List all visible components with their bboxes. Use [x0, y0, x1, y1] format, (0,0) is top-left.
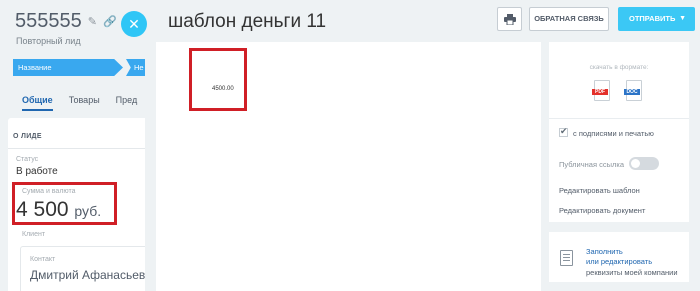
section-title: О ЛИДЕ	[13, 133, 42, 140]
edit-document-link[interactable]: Редактировать документ	[559, 206, 645, 215]
stage-item[interactable]: Название	[13, 59, 123, 76]
divider	[549, 118, 689, 119]
public-link-toggle[interactable]	[629, 157, 659, 170]
edit-company-link[interactable]: или редактировать	[586, 257, 652, 266]
document-preview: 4500.00	[156, 42, 541, 291]
amount-highlight-frame	[189, 48, 247, 111]
chevron-down-icon: ▼	[679, 15, 686, 22]
print-button[interactable]	[497, 7, 522, 31]
deal-subtitle: Повторный лид	[16, 36, 81, 46]
send-button-label: ОТПРАВИТЬ	[629, 14, 676, 23]
contact-label: Контакт	[30, 256, 56, 263]
tab-general[interactable]: Общие	[22, 95, 53, 111]
amount-highlight-frame	[12, 182, 117, 225]
deal-title[interactable]: 555555 ✎ 🔗	[15, 10, 117, 33]
tab-products[interactable]: Товары	[69, 95, 100, 111]
edit-template-link[interactable]: Редактировать шаблон	[559, 186, 640, 195]
signatures-label[interactable]: с подписями и печатью	[573, 129, 654, 138]
send-button[interactable]: ОТПРАВИТЬ ▼	[618, 7, 695, 31]
document-amount: 4500.00	[212, 86, 234, 92]
fill-company-link[interactable]: Заполнить	[586, 247, 623, 256]
divider	[8, 148, 158, 149]
pdf-tag: PDF	[592, 89, 608, 95]
status-label: Статус	[16, 156, 39, 163]
client-label: Клиент	[22, 231, 46, 238]
deal-tabs: Общие Товары Пред	[22, 95, 137, 111]
link-icon[interactable]: 🔗	[103, 15, 117, 28]
contact-name[interactable]: Дмитрий Афанасьев	[30, 268, 145, 282]
company-details-text: реквизиты моей компании	[586, 268, 678, 277]
status-value: В работе	[16, 166, 58, 177]
pdf-download-icon[interactable]: PDF	[592, 80, 610, 101]
close-icon: ✕	[128, 16, 140, 32]
doc-tag: DOC	[624, 89, 640, 95]
public-link-label: Публичная ссылка	[559, 160, 624, 169]
panel-title: шаблон деньги 11	[168, 11, 327, 32]
printer-icon	[503, 13, 516, 25]
checkmark-icon: ✔	[560, 126, 568, 136]
screen: 555555 ✎ 🔗 Повторный лид Название Не с О…	[0, 0, 700, 291]
feedback-button[interactable]: ОБРАТНАЯ СВЯЗЬ	[529, 7, 609, 31]
tab-offers[interactable]: Пред	[116, 95, 138, 111]
download-label: скачать в формате:	[589, 64, 649, 71]
close-panel-button[interactable]: ✕	[121, 11, 147, 37]
document-icon	[560, 250, 573, 266]
edit-icon[interactable]: ✎	[88, 15, 97, 28]
doc-download-icon[interactable]: DOC	[624, 80, 642, 101]
deal-title-text: 555555	[15, 10, 82, 32]
stage-bar: Название Не с	[13, 59, 166, 76]
